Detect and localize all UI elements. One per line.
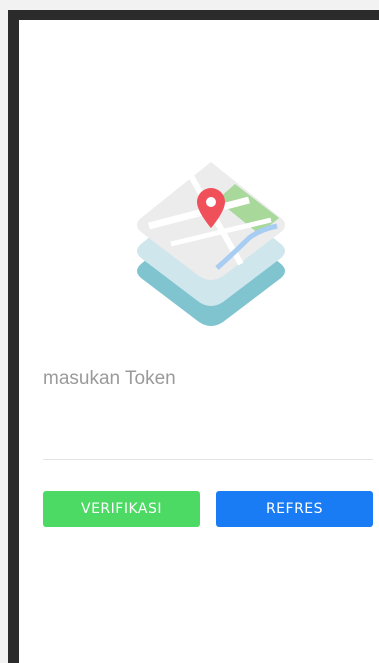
app-screen: VERIFIKASI REFRES (19, 20, 379, 663)
token-input[interactable] (43, 365, 373, 460)
verify-button[interactable]: VERIFIKASI (43, 491, 200, 527)
refresh-button[interactable]: REFRES (216, 491, 373, 527)
maps-app-icon (137, 162, 285, 326)
device-frame: VERIFIKASI REFRES (8, 10, 379, 663)
